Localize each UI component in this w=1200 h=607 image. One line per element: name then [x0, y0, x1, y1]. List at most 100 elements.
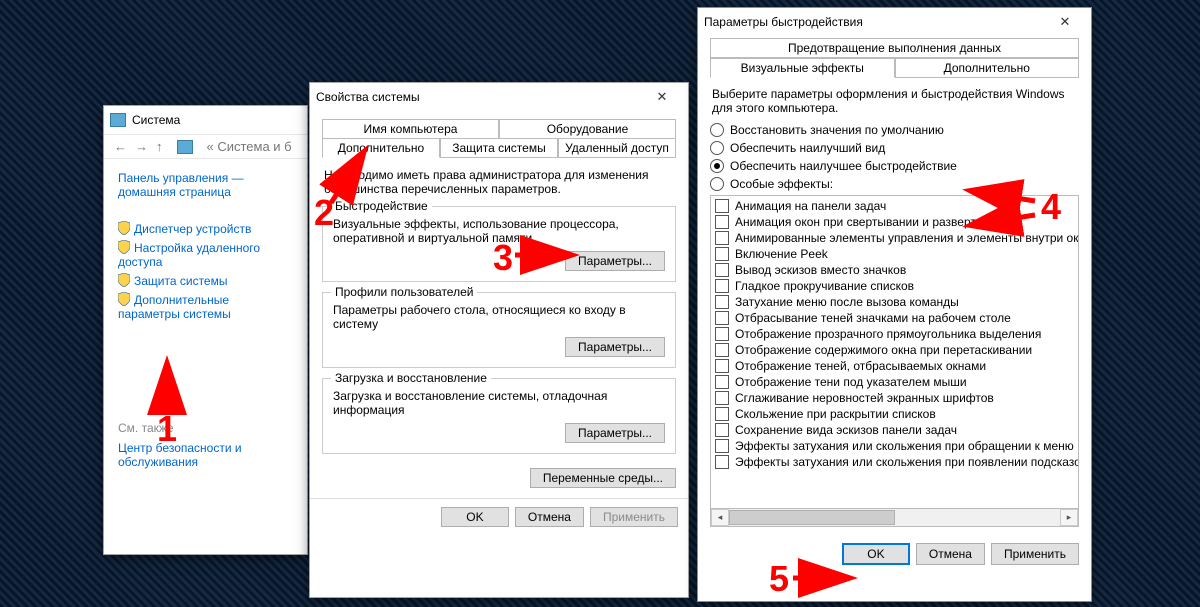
ok-button[interactable]: OK	[842, 543, 910, 565]
radio-best-performance[interactable]: Обеспечить наилучшее быстродействие	[710, 159, 1079, 173]
group-profiles: Профили пользователей Параметры рабочего…	[322, 292, 676, 368]
scroll-thumb[interactable]	[729, 510, 895, 525]
remote-settings-link[interactable]: Настройка удаленного доступа	[118, 240, 293, 269]
effect-label: Анимированные элементы управления и элем…	[735, 231, 1079, 245]
checkbox-icon[interactable]	[715, 231, 729, 245]
checkbox-icon[interactable]	[715, 295, 729, 309]
effect-checkbox-item[interactable]: Отображение прозрачного прямоугольника в…	[713, 326, 1076, 342]
effect-checkbox-item[interactable]: Отображение содержимого окна при перетас…	[713, 342, 1076, 358]
radio-let-windows-choose[interactable]: Восстановить значения по умолчанию	[710, 123, 1079, 137]
security-center-link[interactable]: Центр безопасности и обслуживания	[118, 441, 293, 469]
win1-titlebar[interactable]: Система	[104, 106, 307, 134]
performance-options-window: Параметры быстродействия ✕ Предотвращени…	[697, 7, 1092, 602]
checkbox-icon[interactable]	[715, 359, 729, 373]
tab-visual-effects[interactable]: Визуальные эффекты	[710, 58, 895, 78]
close-icon[interactable]: ✕	[1045, 9, 1085, 35]
horizontal-scrollbar[interactable]: ◂ ▸	[710, 509, 1079, 527]
tab-hardware[interactable]: Оборудование	[499, 119, 676, 139]
radio-icon	[710, 123, 724, 137]
checkbox-icon[interactable]	[715, 215, 729, 229]
win2-titlebar[interactable]: Свойства системы ✕	[310, 83, 688, 111]
device-manager-link[interactable]: Диспетчер устройств	[118, 221, 293, 236]
checkbox-icon[interactable]	[715, 327, 729, 341]
shield-icon	[118, 273, 130, 287]
effect-label: Отображение тени под указателем мыши	[735, 375, 967, 389]
startup-settings-button[interactable]: Параметры...	[565, 423, 665, 443]
tab-strip: Предотвращение выполнения данных Визуаль…	[710, 38, 1079, 77]
system-properties-window: Свойства системы ✕ Имя компьютера Оборуд…	[309, 82, 689, 598]
back-icon[interactable]: ←	[114, 139, 127, 154]
win1-title: Система	[132, 113, 180, 127]
effect-checkbox-item[interactable]: Анимация на панели задач	[713, 198, 1076, 214]
scroll-left-icon[interactable]: ◂	[711, 509, 729, 526]
apply-button[interactable]: Применить	[991, 543, 1079, 565]
admin-note: Необходимо иметь права администратора дл…	[324, 168, 674, 196]
env-vars-button[interactable]: Переменные среды...	[530, 468, 676, 488]
tab-advanced[interactable]: Дополнительно	[895, 58, 1080, 78]
group-title: Профили пользователей	[331, 285, 477, 299]
effect-checkbox-item[interactable]: Включение Peek	[713, 246, 1076, 262]
checkbox-icon[interactable]	[715, 407, 729, 421]
profiles-settings-button[interactable]: Параметры...	[565, 337, 665, 357]
effect-checkbox-item[interactable]: Эффекты затухания или скольжения при поя…	[713, 454, 1076, 470]
checkbox-icon[interactable]	[715, 439, 729, 453]
breadcrumb[interactable]: « Система и б	[207, 139, 292, 154]
tab-remote[interactable]: Удаленный доступ	[558, 138, 676, 158]
scroll-right-icon[interactable]: ▸	[1060, 509, 1078, 526]
radio-label: Обеспечить наилучший вид	[730, 141, 885, 155]
link-text: Защита системы	[134, 274, 227, 288]
system-protection-link[interactable]: Защита системы	[118, 273, 293, 288]
effect-checkbox-item[interactable]: Отбрасывание теней значками на рабочем с…	[713, 310, 1076, 326]
effects-checklist[interactable]: Анимация на панели задачАнимация окон пр…	[710, 195, 1079, 509]
scroll-track[interactable]	[729, 510, 1060, 525]
apply-button[interactable]: Применить	[590, 507, 678, 527]
radio-label: Обеспечить наилучшее быстродействие	[730, 159, 957, 173]
checkbox-icon[interactable]	[715, 375, 729, 389]
advanced-system-settings-link[interactable]: Дополнительные параметры системы	[118, 292, 293, 321]
checkbox-icon[interactable]	[715, 247, 729, 261]
effect-checkbox-item[interactable]: Анимированные элементы управления и элем…	[713, 230, 1076, 246]
cancel-button[interactable]: Отмена	[515, 507, 584, 527]
effect-checkbox-item[interactable]: Скольжение при раскрытии списков	[713, 406, 1076, 422]
effect-checkbox-item[interactable]: Отображение тени под указателем мыши	[713, 374, 1076, 390]
ok-button[interactable]: OK	[441, 507, 509, 527]
see-also-heading: См. также	[118, 421, 293, 435]
cancel-button[interactable]: Отмена	[916, 543, 985, 565]
effect-checkbox-item[interactable]: Отображение теней, отбрасываемых окнами	[713, 358, 1076, 374]
group-title: Загрузка и восстановление	[331, 371, 491, 385]
effect-checkbox-item[interactable]: Вывод эскизов вместо значков	[713, 262, 1076, 278]
forward-icon[interactable]: →	[135, 139, 148, 154]
tab-computer-name[interactable]: Имя компьютера	[322, 119, 499, 139]
effect-checkbox-item[interactable]: Затухание меню после вызова команды	[713, 294, 1076, 310]
effect-label: Гладкое прокручивание списков	[735, 279, 914, 293]
checkbox-icon[interactable]	[715, 423, 729, 437]
radio-best-appearance[interactable]: Обеспечить наилучший вид	[710, 141, 1079, 155]
effect-checkbox-item[interactable]: Эффекты затухания или скольжения при обр…	[713, 438, 1076, 454]
tab-dep[interactable]: Предотвращение выполнения данных	[710, 38, 1079, 58]
group-desc: Параметры рабочего стола, относящиеся ко…	[333, 303, 665, 331]
radio-custom[interactable]: Особые эффекты:	[710, 177, 1079, 191]
effect-checkbox-item[interactable]: Гладкое прокручивание списков	[713, 278, 1076, 294]
checkbox-icon[interactable]	[715, 311, 729, 325]
checkbox-icon[interactable]	[715, 391, 729, 405]
effect-checkbox-item[interactable]: Анимация окон при свертывании и разверты…	[713, 214, 1076, 230]
checkbox-icon[interactable]	[715, 279, 729, 293]
cp-home-link[interactable]: Панель управления — домашняя страница	[118, 171, 293, 199]
close-icon[interactable]: ✕	[642, 84, 682, 110]
checkbox-icon[interactable]	[715, 455, 729, 469]
effect-checkbox-item[interactable]: Сохранение вида эскизов панели задач	[713, 422, 1076, 438]
radio-label: Особые эффекты:	[730, 177, 833, 191]
tab-system-protection[interactable]: Защита системы	[440, 138, 558, 158]
checkbox-icon[interactable]	[715, 199, 729, 213]
effect-label: Отображение содержимого окна при перетас…	[735, 343, 1032, 357]
checkbox-icon[interactable]	[715, 343, 729, 357]
monitor-icon	[110, 113, 126, 127]
nav-row: ← → ↑ « Система и б	[104, 134, 307, 159]
up-icon[interactable]: ↑	[156, 139, 163, 154]
effect-checkbox-item[interactable]: Сглаживание неровностей экранных шрифтов	[713, 390, 1076, 406]
win3-titlebar[interactable]: Параметры быстродействия ✕	[698, 8, 1091, 36]
performance-settings-button[interactable]: Параметры...	[565, 251, 665, 271]
effect-label: Отбрасывание теней значками на рабочем с…	[735, 311, 1011, 325]
tab-advanced[interactable]: Дополнительно	[322, 138, 440, 158]
checkbox-icon[interactable]	[715, 263, 729, 277]
